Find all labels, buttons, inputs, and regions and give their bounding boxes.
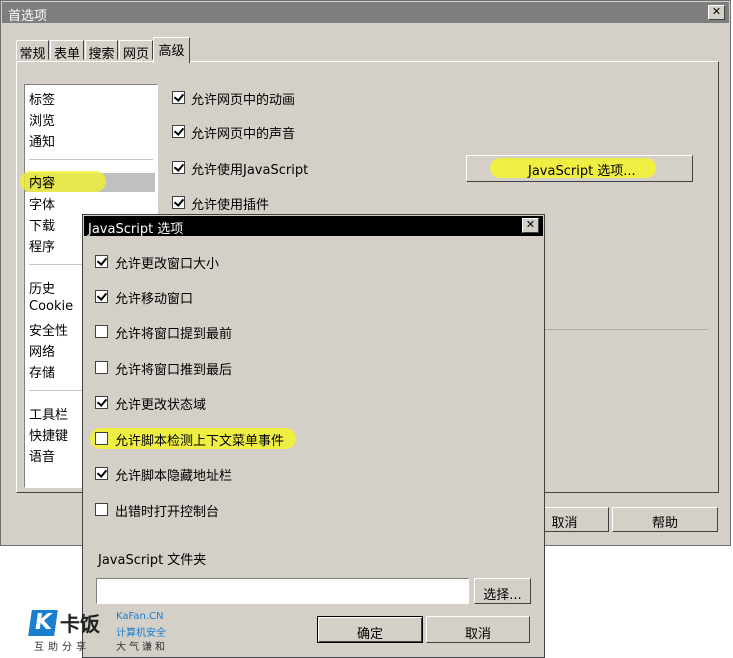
allow-change-status-label: 允许更改状态域 [115, 398, 207, 413]
ok-button[interactable]: 确定 [317, 616, 423, 643]
close-icon[interactable]: ✕ [522, 218, 539, 233]
kafan-motto: 大气谦和 [116, 642, 168, 653]
close-icon[interactable]: ✕ [708, 5, 725, 20]
category-browsing[interactable]: 浏览 [29, 110, 55, 129]
tab-forms[interactable]: 表单 [50, 40, 84, 62]
divider [545, 329, 708, 330]
tab-general[interactable]: 常规 [16, 40, 49, 62]
tab-advanced[interactable]: 高级 [153, 37, 190, 63]
category-programs[interactable]: 程序 [29, 236, 55, 255]
dialog-title: JavaScript 选项 [88, 222, 184, 237]
category-downloads[interactable]: 下载 [29, 215, 55, 234]
dialog-cancel-button[interactable]: 取消 [426, 616, 530, 643]
category-shortcuts[interactable]: 快捷键 [29, 425, 68, 444]
allow-javascript-label: 允许使用JavaScript [191, 163, 309, 178]
allow-lower-window-checkbox[interactable] [95, 361, 108, 374]
javascript-folder-input[interactable] [96, 578, 469, 604]
category-tabs[interactable]: 标签 [29, 89, 55, 108]
allow-plugins-label: 允许使用插件 [191, 198, 270, 213]
kafan-logo-icon: K [28, 610, 58, 636]
allow-move-window-checkbox[interactable] [95, 290, 108, 303]
category-notifications[interactable]: 通知 [29, 131, 55, 150]
allow-animation-checkbox[interactable] [172, 91, 185, 104]
category-security[interactable]: 安全性 [29, 320, 68, 339]
kafan-site: KaFan.CN [116, 611, 164, 622]
category-content-label: 内容 [29, 176, 56, 191]
allow-raise-window-checkbox[interactable] [95, 325, 108, 338]
preferences-titlebar: 首选项 ✕ [2, 2, 729, 24]
category-cookies[interactable]: Cookie [29, 299, 73, 314]
category-storage[interactable]: 存储 [29, 362, 55, 381]
allow-animation-label: 允许网页中的动画 [191, 93, 296, 108]
allow-resize-window-label: 允许更改窗口大小 [115, 257, 220, 272]
allow-context-menu-detection-label: 允许脚本检测上下文菜单事件 [115, 434, 285, 449]
category-separator [29, 159, 153, 160]
allow-move-window-label: 允许移动窗口 [115, 292, 194, 307]
dialog-titlebar: JavaScript 选项 ✕ [84, 216, 543, 237]
kafan-brand: 卡饭 [60, 612, 100, 636]
category-fonts[interactable]: 字体 [29, 194, 55, 213]
category-history[interactable]: 历史 [29, 278, 55, 297]
open-console-on-error-checkbox[interactable] [95, 503, 108, 516]
kafan-tagline: 计算机安全 [116, 628, 166, 639]
allow-lower-window-label: 允许将窗口推到最后 [115, 363, 233, 378]
category-voice[interactable]: 语音 [29, 446, 55, 465]
allow-sound-label: 允许网页中的声音 [191, 127, 296, 142]
allow-plugins-checkbox[interactable] [172, 196, 185, 209]
tab-search[interactable]: 搜索 [85, 40, 118, 62]
preferences-title: 首选项 [8, 9, 48, 24]
choose-folder-button[interactable]: 选择... [474, 578, 531, 604]
help-button[interactable]: 帮助 [612, 507, 718, 532]
allow-hide-address-bar-label: 允许脚本隐藏地址栏 [115, 469, 233, 484]
kafan-subtitle: 互助分享 [34, 642, 90, 653]
category-network[interactable]: 网络 [29, 341, 55, 360]
allow-javascript-checkbox[interactable] [172, 161, 185, 174]
allow-sound-checkbox[interactable] [172, 125, 185, 138]
allow-change-status-checkbox[interactable] [95, 396, 108, 409]
allow-context-menu-detection-checkbox[interactable] [95, 432, 108, 445]
javascript-options-button-label: JavaScript 选项... [528, 164, 636, 179]
javascript-folder-label: JavaScript 文件夹 [98, 553, 207, 568]
allow-raise-window-label: 允许将窗口提到最前 [115, 327, 233, 342]
open-console-on-error-label: 出错时打开控制台 [115, 505, 220, 520]
category-toolbars[interactable]: 工具栏 [29, 404, 68, 423]
allow-hide-address-bar-checkbox[interactable] [95, 467, 108, 480]
tab-webpages[interactable]: 网页 [119, 40, 153, 62]
allow-resize-window-checkbox[interactable] [95, 255, 108, 268]
